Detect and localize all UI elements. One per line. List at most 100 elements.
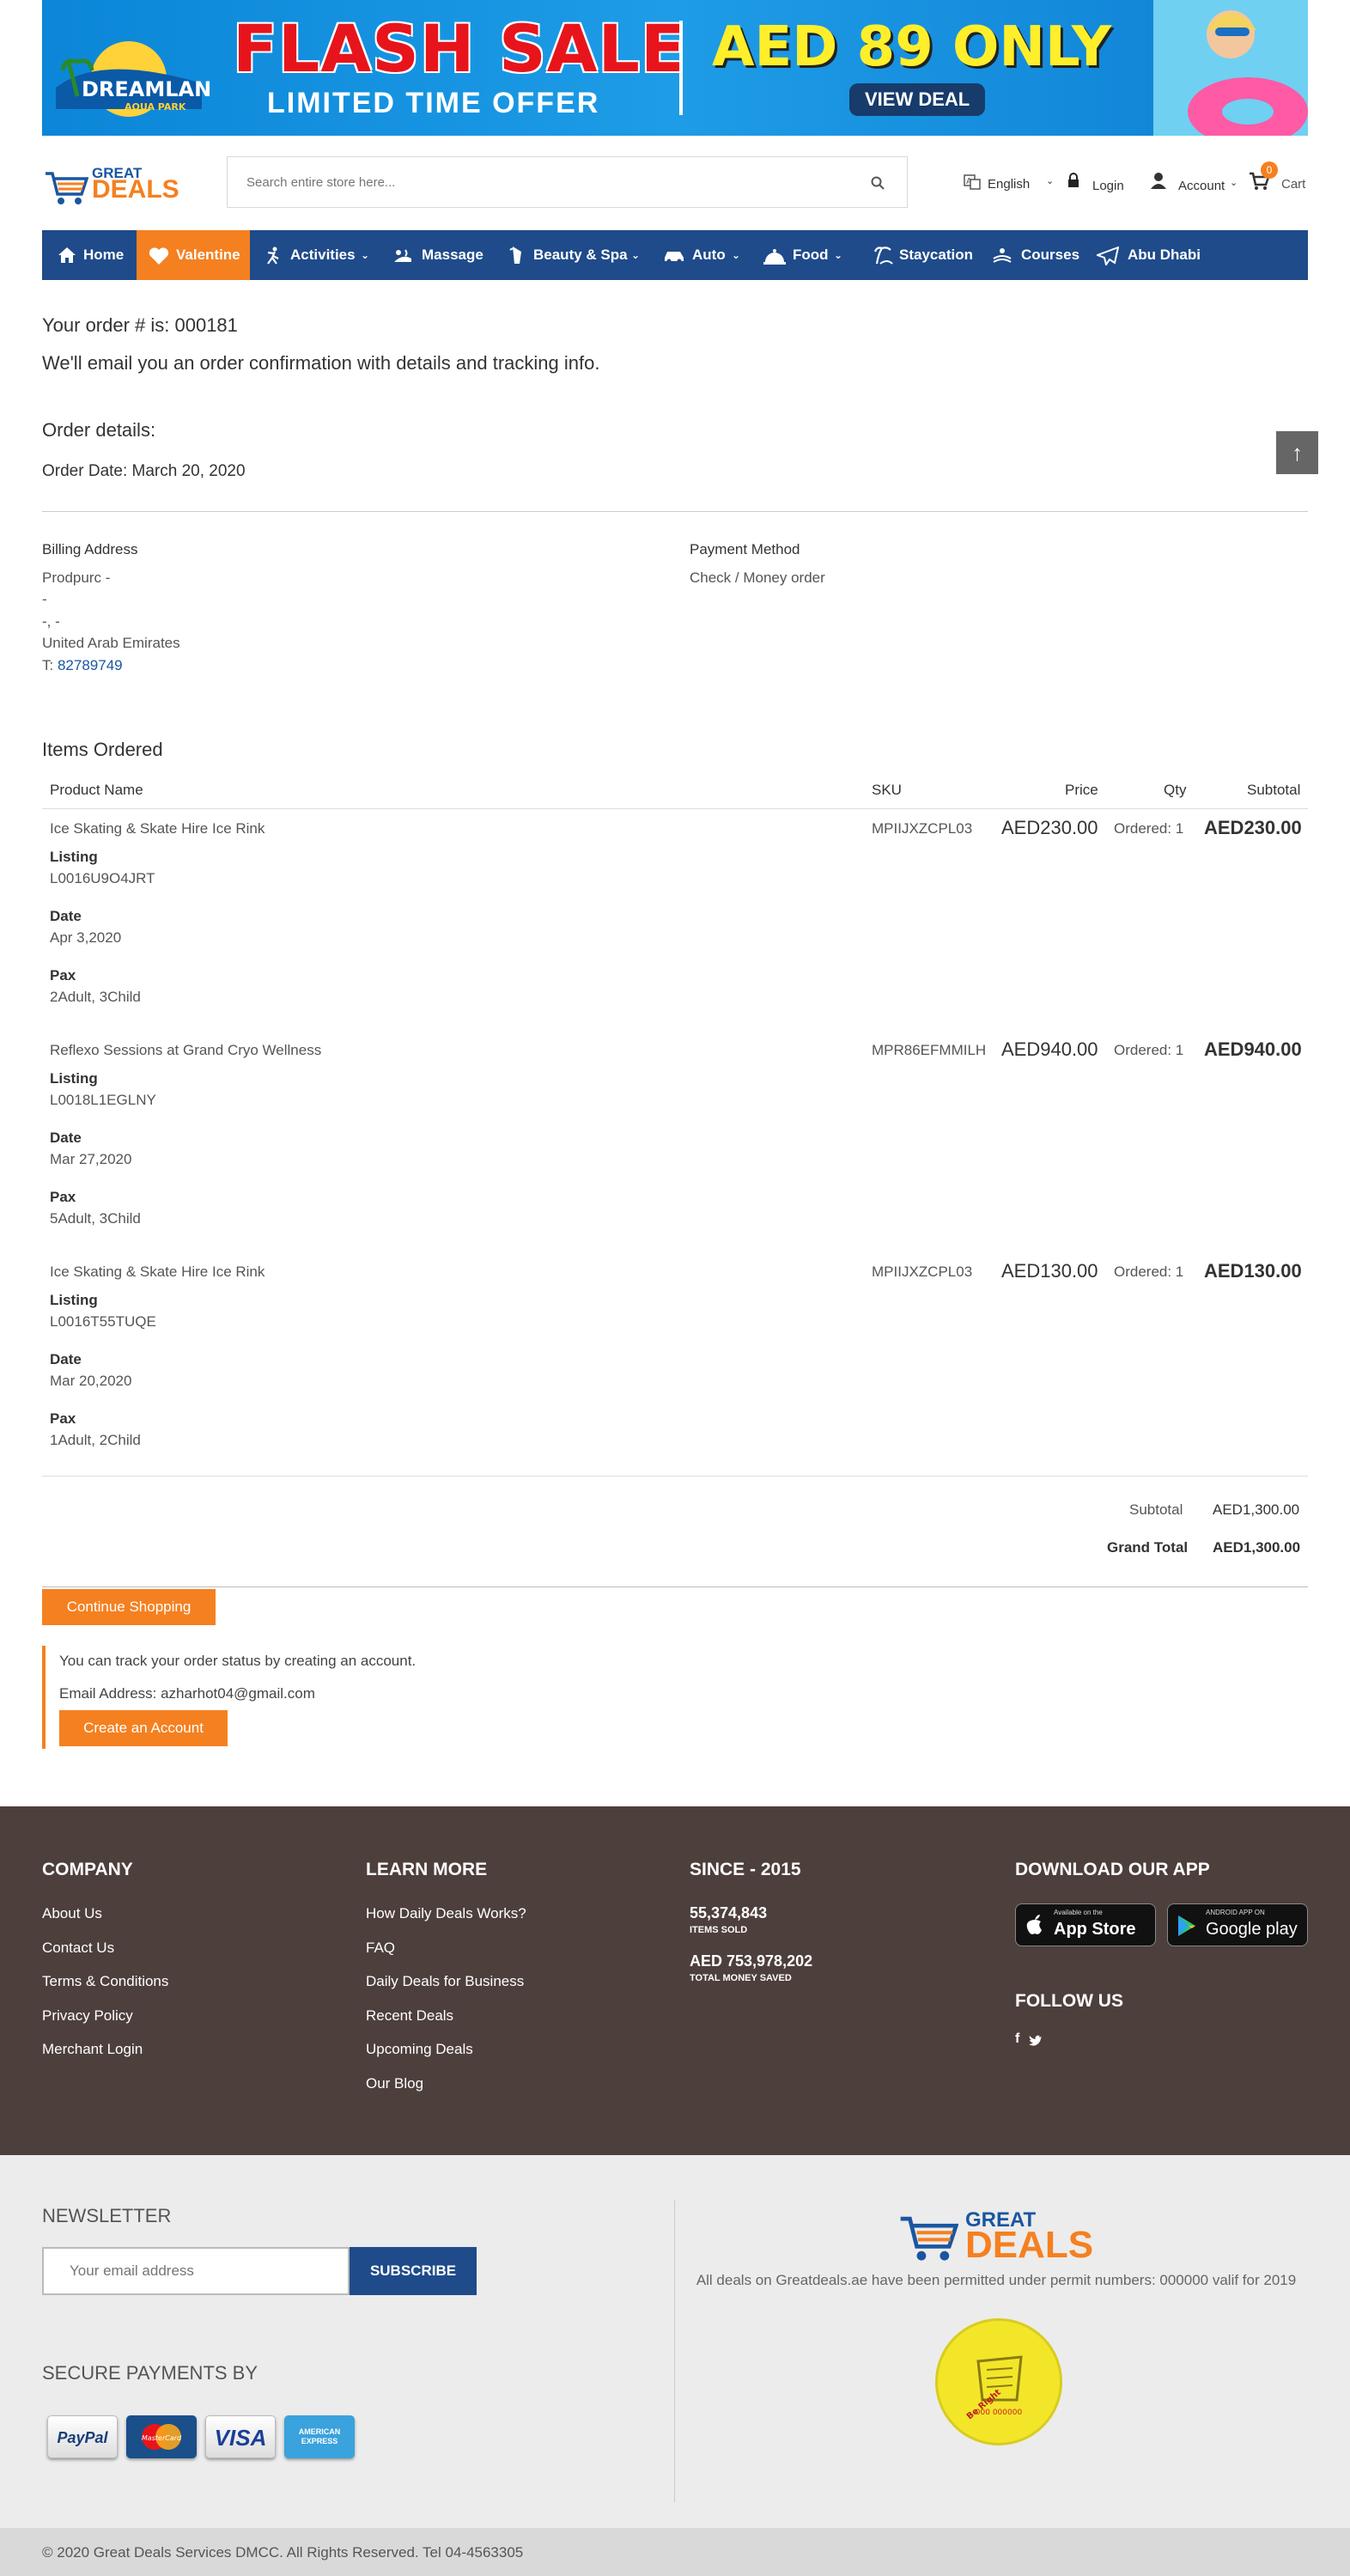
google-play-button[interactable]: ANDROID APP ON Google play (1167, 1903, 1308, 1946)
cart-logo-icon (900, 2216, 958, 2261)
footer-link-merchant[interactable]: Merchant Login (42, 2041, 143, 2058)
follow-us-title: FOLLOW US (1015, 1991, 1123, 2011)
vertical-divider (674, 2200, 675, 2502)
cart-link[interactable]: Cart (1281, 177, 1305, 192)
col-product-name: Product Name (50, 782, 143, 798)
login-link[interactable]: Login (1092, 179, 1124, 193)
footer-link-recent[interactable]: Recent Deals (366, 2007, 453, 2025)
footer-link-how[interactable]: How Daily Deals Works? (366, 1905, 526, 1922)
plane-icon (1097, 247, 1119, 265)
copyright-text: © 2020 Great Deals Services DMCC. All Ri… (42, 2544, 524, 2561)
apple-icon (1026, 1915, 1042, 1934)
confirmation-note: We'll email you an order confirmation wi… (42, 352, 600, 374)
amex-logo: AMERICAN EXPRESS (284, 2415, 355, 2458)
lock-icon (1068, 173, 1079, 187)
option-value: Apr 3,2020 (50, 929, 122, 946)
nav-item-staycation[interactable]: Staycation (870, 230, 990, 280)
site-header: GREAT DEALS A English ⌄ Login Account ⌄ (42, 153, 1308, 213)
footer-link-about[interactable]: About Us (42, 1905, 102, 1922)
option-value: Mar 20,2020 (50, 1373, 132, 1389)
col-sku: SKU (872, 782, 902, 798)
grand-total-label: Grand Total (1107, 1539, 1189, 1556)
view-deal-button[interactable]: VIEW DEAL (849, 83, 986, 116)
option-label: Listing (50, 849, 98, 865)
option-label: Date (50, 1130, 82, 1146)
footer-link-blog[interactable]: Our Blog (366, 2075, 423, 2092)
option-value: L0016T55TUQE (50, 1313, 156, 1330)
product-subtotal: AED230.00 (1204, 817, 1302, 838)
subscribe-button[interactable]: SUBSCRIBE (350, 2247, 477, 2295)
chevron-down-icon: ⌄ (361, 249, 370, 261)
footer-link-upcoming[interactable]: Upcoming Deals (366, 2041, 473, 2058)
language-icon: A (964, 174, 981, 190)
app-store-button[interactable]: Available on the App Store (1015, 1903, 1156, 1946)
footer-link-contact[interactable]: Contact Us (42, 1940, 114, 1957)
option-label: Pax (50, 1189, 76, 1205)
payment-method-value: Check / Money order (690, 569, 825, 586)
twitter-icon[interactable] (1029, 2035, 1043, 2047)
billing-phone: T: 82789749 (42, 657, 123, 673)
footer-link-terms[interactable]: Terms & Conditions (42, 1973, 168, 1990)
facebook-icon[interactable]: f (1015, 2031, 1019, 2047)
cart-count-badge: 0 (1261, 161, 1278, 179)
search-icon[interactable] (871, 176, 885, 190)
nav-item-beauty-spa[interactable]: Beauty & Spa ⌄ (506, 230, 643, 280)
language-selector[interactable]: English (988, 177, 1030, 192)
greatdeals-footer-logo: GREAT DEALS (898, 2208, 1104, 2268)
scroll-to-top-button[interactable]: ↑ (1276, 431, 1318, 474)
grand-total-value: AED1,300.00 (1213, 1539, 1301, 1556)
product-sku: MPR86EFMMILH (872, 1042, 987, 1058)
nav-item-massage[interactable]: Massage (392, 230, 496, 280)
money-saved-count: AED 753,978,202 (690, 1952, 813, 1970)
option-label: Pax (50, 1410, 76, 1427)
nav-item-auto[interactable]: Auto ⌄ (663, 230, 749, 280)
option-value: 5Adult, 3Child (50, 1210, 141, 1227)
since-title: SINCE - 2015 (690, 1860, 801, 1879)
dreamland-logo: DREAMLAND AQUA PARK (56, 41, 210, 117)
billing-line: United Arab Emirates (42, 635, 180, 651)
banner-photo (1153, 0, 1308, 136)
promo-banner[interactable]: DREAMLAND AQUA PARK FLASH SALE LIMITED T… (42, 0, 1308, 136)
footer-link-faq[interactable]: FAQ (366, 1940, 395, 1957)
nav-item-valentine[interactable]: Valentine (137, 230, 250, 280)
option-label: Listing (50, 1292, 98, 1308)
copyright-bar: © 2020 Great Deals Services DMCC. All Ri… (0, 2528, 1350, 2576)
option-value: 2Adult, 3Child (50, 989, 141, 1005)
newsletter-email-input[interactable] (42, 2247, 350, 2295)
track-note: You can track your order status by creat… (59, 1653, 417, 1669)
search-input[interactable] (246, 169, 848, 195)
nav-item-abu-dhabi[interactable]: Abu Dhabi (1097, 230, 1217, 280)
phone-link[interactable]: 82789749 (58, 657, 123, 673)
footer-link-privacy[interactable]: Privacy Policy (42, 2007, 133, 2025)
account-chevron-icon[interactable]: ⌄ (1230, 177, 1238, 188)
option-value: 1Adult, 2Child (50, 1432, 141, 1448)
order-number: Your order # is: 000181 (42, 314, 238, 336)
nav-item-courses[interactable]: Courses (992, 230, 1095, 280)
account-menu[interactable]: Account (1178, 179, 1225, 193)
order-date: Order Date: March 20, 2020 (42, 462, 246, 480)
product-qty: Ordered: 1 (1114, 820, 1184, 837)
continue-shopping-button[interactable]: Continue Shopping (42, 1589, 216, 1625)
google-play-icon (1178, 1915, 1195, 1936)
nav-item-food[interactable]: Food ⌄ (763, 230, 858, 280)
create-account-button[interactable]: Create an Account (59, 1710, 228, 1746)
option-value: Mar 27,2020 (50, 1151, 132, 1167)
banner-price: AED 89 ONLY (712, 15, 1112, 79)
language-chevron-icon[interactable]: ⌄ (1046, 175, 1054, 186)
nav-item-activities[interactable]: Activities ⌄ (261, 230, 373, 280)
subtotal-value: AED1,300.00 (1213, 1501, 1300, 1518)
col-qty: Qty (1164, 782, 1187, 798)
staycation-icon (873, 247, 893, 265)
company-title: COMPANY (42, 1860, 133, 1879)
product-name: Ice Skating & Skate Hire Ice Rink (50, 820, 265, 837)
svg-text:DREAMLAND: DREAMLAND (82, 77, 210, 101)
mastercard-icon: MasterCard (142, 2424, 182, 2450)
nav-item-home[interactable]: Home (42, 230, 137, 280)
email-address: Email Address: azharhot04@gmail.com (59, 1685, 315, 1702)
product-qty: Ordered: 1 (1114, 1042, 1184, 1058)
massage-icon (394, 249, 411, 262)
greatdeals-logo[interactable]: GREAT DEALS (42, 165, 192, 211)
option-label: Listing (50, 1070, 98, 1087)
product-subtotal: AED130.00 (1204, 1260, 1302, 1282)
footer-link-business[interactable]: Daily Deals for Business (366, 1973, 524, 1990)
